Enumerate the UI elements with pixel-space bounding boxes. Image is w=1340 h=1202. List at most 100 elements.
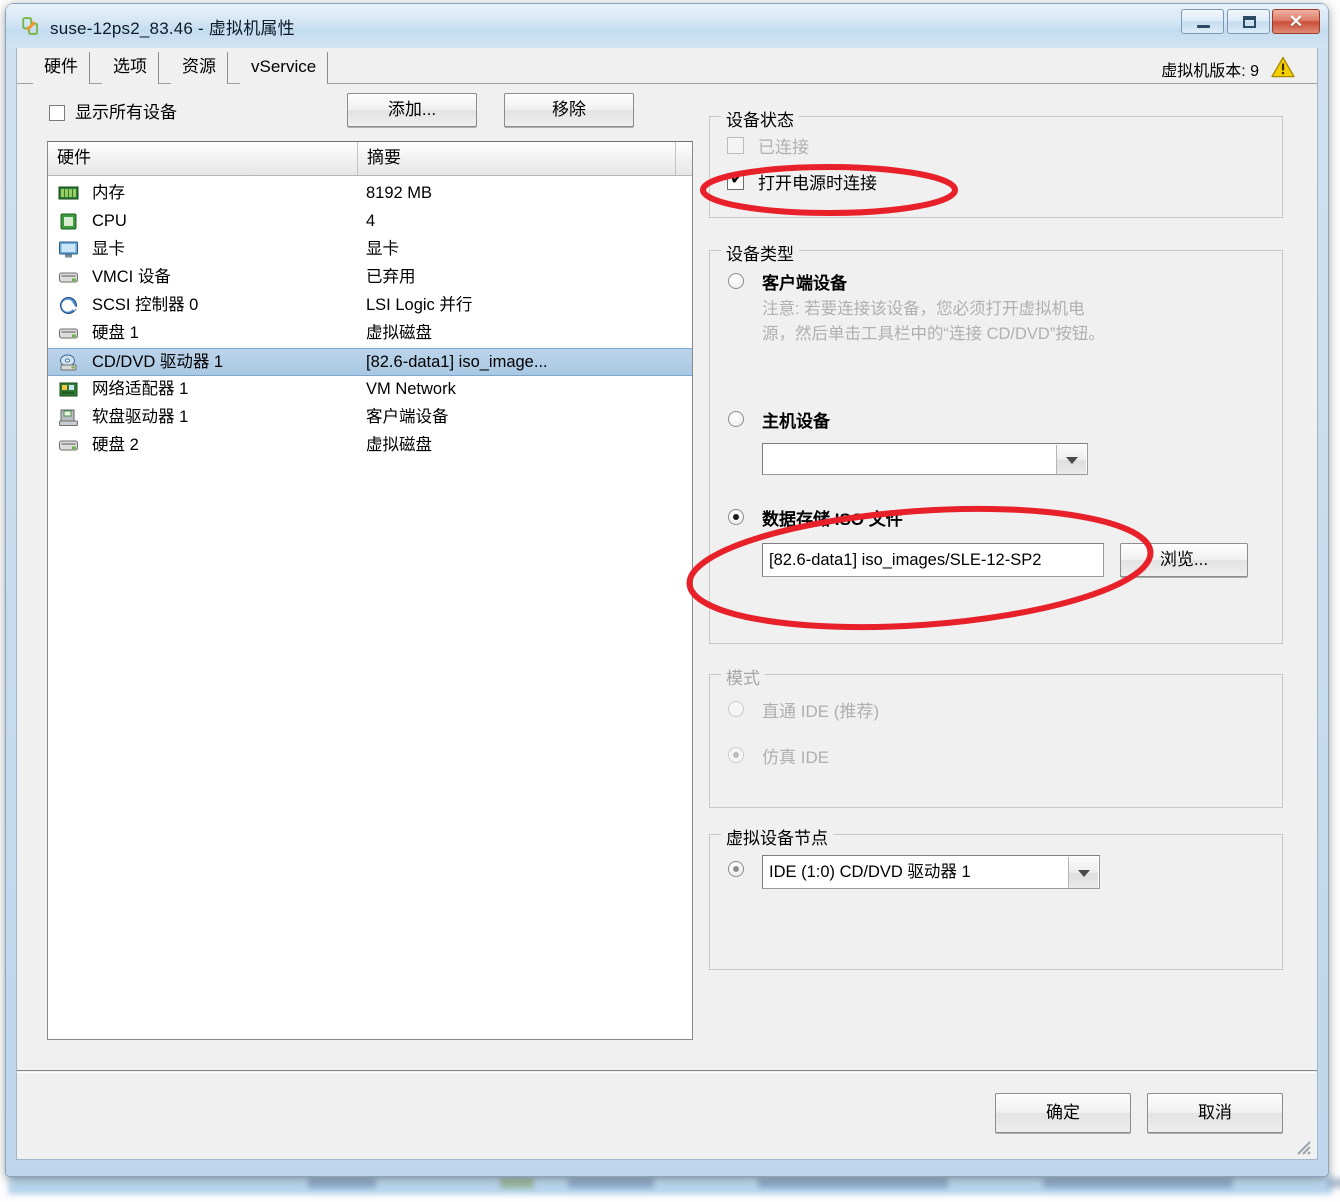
table-row[interactable]: CPU 4 xyxy=(48,208,692,236)
hardware-summary: VM Network xyxy=(366,380,456,398)
host-device-radio[interactable] xyxy=(728,411,744,427)
radio-dot-icon xyxy=(733,866,739,872)
device-status-group: 设备状态 已连接 ✔ 打开电源时连接 xyxy=(709,106,1283,218)
datastore-iso-label: 数据存储 ISO 文件 xyxy=(762,510,903,529)
client-device-label: 客户端设备 xyxy=(762,274,847,293)
checkmark-icon: ✔ xyxy=(730,169,745,189)
tab-resources[interactable]: 资源 xyxy=(171,52,228,84)
chevron-down-icon[interactable] xyxy=(1068,857,1098,888)
table-row[interactable]: 软盘驱动器 1 客户端设备 xyxy=(48,404,692,432)
column-header-summary[interactable]: 摘要 xyxy=(358,142,676,175)
warning-triangle-icon xyxy=(1271,56,1295,78)
table-row-selected[interactable]: CD/DVD 驱动器 1 [82.6-data1] iso_image... xyxy=(48,348,692,376)
hardware-name: 软盘驱动器 1 xyxy=(92,408,189,426)
maximize-button[interactable] xyxy=(1227,9,1270,34)
hardware-summary: 显卡 xyxy=(366,240,399,258)
table-row[interactable]: 硬盘 2 虚拟磁盘 xyxy=(48,432,692,460)
connect-at-power-on-checkbox[interactable]: ✔ xyxy=(727,169,745,190)
iso-path-input[interactable]: [82.6-data1] iso_images/SLE-12-SP2 xyxy=(762,543,1104,577)
memory-icon xyxy=(58,186,79,200)
browse-button[interactable]: 浏览... xyxy=(1120,543,1248,577)
title-bar[interactable]: suse-12ps2_83.46 - 虚拟机属性 ✕ xyxy=(6,4,1328,48)
close-button[interactable]: ✕ xyxy=(1272,9,1320,34)
column-header-spacer xyxy=(676,142,694,175)
tab-options[interactable]: 选项 xyxy=(102,52,159,84)
hardware-list[interactable]: 硬件 摘要 内存 8192 MB CPU 4 显卡 显卡 VMCI 设备 已弃用… xyxy=(47,141,693,1040)
table-row[interactable]: 显卡 显卡 xyxy=(48,236,692,264)
host-device-combobox[interactable] xyxy=(762,443,1088,475)
hardware-name: SCSI 控制器 0 xyxy=(92,296,199,314)
cddvd-icon xyxy=(60,354,77,371)
hardware-summary: 客户端设备 xyxy=(366,408,449,426)
virtual-device-node-combobox[interactable]: IDE (1:0) CD/DVD 驱动器 1 xyxy=(762,855,1100,889)
harddisk-icon xyxy=(59,328,78,339)
table-row[interactable]: SCSI 控制器 0 LSI Logic 并行 xyxy=(48,292,692,320)
client-device-radio[interactable] xyxy=(728,273,744,289)
dialog-client-area: 硬件 选项 资源 vService 虚拟机版本: 9 显示所有设备 添加... … xyxy=(16,48,1318,1160)
passthrough-ide-label: 直通 IDE (推荐) xyxy=(762,702,880,721)
virtual-device-node-value: IDE (1:0) CD/DVD 驱动器 1 xyxy=(769,863,971,881)
footer-separator xyxy=(17,1070,1317,1071)
hardware-name: 硬盘 2 xyxy=(92,436,139,454)
client-device-note: 注意: 若要连接该设备，您必须打开虚拟机电 源，然后单击工具栏中的“连接 CD/… xyxy=(762,300,1105,343)
hardware-summary: 虚拟磁盘 xyxy=(366,436,432,454)
passthrough-ide-radio xyxy=(728,701,744,717)
hardware-summary: 8192 MB xyxy=(366,184,433,202)
vm-properties-window: suse-12ps2_83.46 - 虚拟机属性 ✕ 硬件 选项 资源 vSer… xyxy=(6,4,1328,1176)
hardware-summary: [82.6-data1] iso_image... xyxy=(366,353,548,371)
table-row[interactable]: 内存 8192 MB xyxy=(48,180,692,208)
remove-device-button[interactable]: 移除 xyxy=(504,93,634,127)
minimize-button[interactable] xyxy=(1181,9,1224,34)
resize-grip[interactable] xyxy=(1293,1137,1311,1155)
network-icon xyxy=(59,382,78,397)
connect-at-power-on-label: 打开电源时连接 xyxy=(758,174,877,193)
iso-path-value: [82.6-data1] iso_images/SLE-12-SP2 xyxy=(769,551,1042,569)
hardware-summary: 虚拟磁盘 xyxy=(366,324,432,342)
table-row[interactable]: 硬盘 1 虚拟磁盘 xyxy=(48,320,692,348)
datastore-iso-radio[interactable] xyxy=(728,509,744,525)
cpu-icon xyxy=(60,213,77,230)
mode-group: 模式 直通 IDE (推荐) 仿真 IDE xyxy=(709,664,1283,808)
virtual-device-node-title: 虚拟设备节点 xyxy=(721,824,833,849)
minimize-icon xyxy=(1196,25,1210,28)
emulate-ide-label: 仿真 IDE xyxy=(762,748,830,767)
chevron-down-icon[interactable] xyxy=(1056,445,1086,474)
harddisk-icon xyxy=(59,440,78,451)
column-header-hardware[interactable]: 硬件 xyxy=(48,142,358,175)
tab-strip: 硬件 选项 资源 vService 虚拟机版本: 9 xyxy=(17,48,1317,84)
vmci-icon xyxy=(59,272,78,283)
device-type-group: 设备类型 客户端设备 注意: 若要连接该设备，您必须打开虚拟机电 源，然后单击工… xyxy=(709,240,1283,644)
device-type-title: 设备类型 xyxy=(721,240,799,265)
radio-dot-icon xyxy=(733,514,739,520)
footer-separator-highlight xyxy=(17,1072,1317,1073)
table-row[interactable]: 网络适配器 1 VM Network xyxy=(48,376,692,404)
virtual-device-node-group: 虚拟设备节点 IDE (1:0) CD/DVD 驱动器 1 xyxy=(709,824,1283,970)
emulate-ide-radio xyxy=(728,747,744,763)
window-title: suse-12ps2_83.46 - 虚拟机属性 xyxy=(50,19,295,38)
show-all-devices-checkbox[interactable] xyxy=(49,105,65,121)
floppy-icon xyxy=(59,409,78,426)
cancel-button[interactable]: 取消 xyxy=(1147,1093,1283,1133)
tab-vservice[interactable]: vService xyxy=(240,52,329,84)
hardware-name: CD/DVD 驱动器 1 xyxy=(92,353,224,371)
device-status-title: 设备状态 xyxy=(721,106,799,131)
display-icon xyxy=(59,241,78,258)
host-device-label: 主机设备 xyxy=(762,412,830,431)
hardware-summary: 4 xyxy=(366,212,376,230)
hardware-list-header: 硬件 摘要 xyxy=(48,142,692,176)
show-all-devices-label: 显示所有设备 xyxy=(75,103,177,122)
hardware-name: 网络适配器 1 xyxy=(92,380,189,398)
ok-button[interactable]: 确定 xyxy=(995,1093,1131,1133)
table-row[interactable]: VMCI 设备 已弃用 xyxy=(48,264,692,292)
hardware-summary: LSI Logic 并行 xyxy=(366,296,473,314)
hardware-name: 硬盘 1 xyxy=(92,324,139,342)
mode-title: 模式 xyxy=(721,664,765,689)
vmware-vm-icon xyxy=(22,17,39,35)
add-device-button[interactable]: 添加... xyxy=(347,93,477,127)
connected-label: 已连接 xyxy=(758,138,809,157)
virtual-device-node-radio[interactable] xyxy=(728,861,744,877)
close-icon: ✕ xyxy=(1288,12,1304,31)
connected-checkbox xyxy=(727,137,744,154)
vm-version-label: 虚拟机版本: 9 xyxy=(1161,63,1259,80)
tab-hardware[interactable]: 硬件 xyxy=(33,52,90,84)
